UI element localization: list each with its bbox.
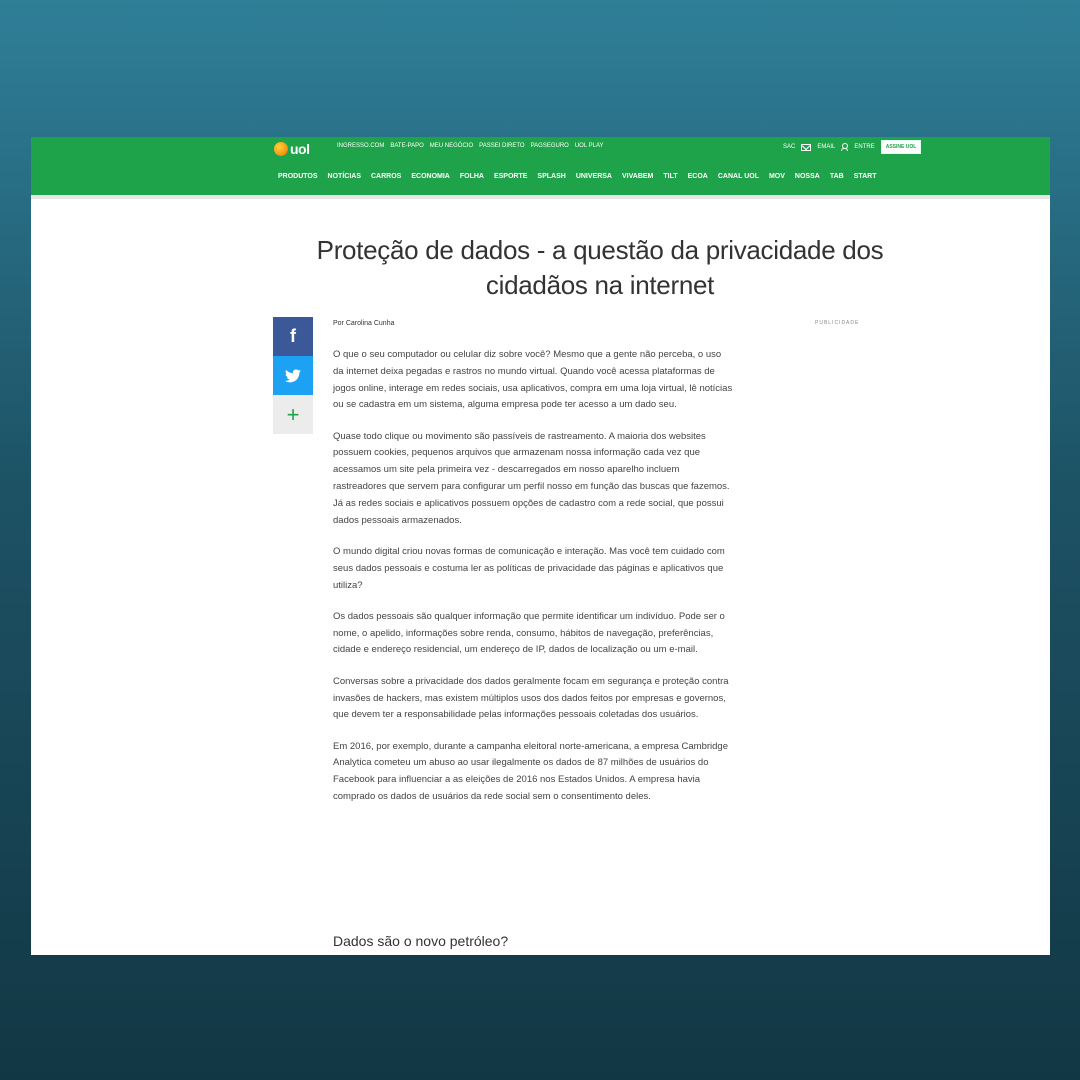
nav-universa[interactable]: UNIVERSA: [576, 173, 612, 180]
nav-produtos[interactable]: PRODUTOS: [278, 173, 318, 180]
article-body: O que o seu computador ou celular diz so…: [333, 347, 733, 820]
article-title: Proteção de dados - a questão da privaci…: [316, 235, 884, 300]
nav-nossa[interactable]: NOSSA: [795, 173, 820, 180]
user-area: SAC EMAIL ENTRE ASSINE UOL: [783, 140, 922, 154]
twitter-share-button[interactable]: [273, 356, 313, 395]
uol-logo-text: uol: [290, 141, 310, 157]
nav-noticias[interactable]: NOTÍCIAS: [328, 173, 361, 180]
nav-vivabem[interactable]: VIVABEM: [622, 173, 653, 180]
nav-esporte[interactable]: ESPORTE: [494, 173, 527, 180]
article-paragraph: O mundo digital criou novas formas de co…: [333, 545, 725, 591]
main-nav: PRODUTOS NOTÍCIAS CARROS ECONOMIA FOLHA …: [278, 173, 877, 180]
subscribe-button[interactable]: ASSINE UOL: [880, 140, 922, 154]
facebook-share-button[interactable]: f: [273, 317, 313, 356]
toplink-bate-papo[interactable]: BATE-PAPO: [390, 143, 423, 149]
plus-icon: +: [286, 401, 300, 427]
toplink-meu-negocio[interactable]: MEU NEGÓCIO: [430, 143, 473, 149]
top-links: INGRESSO.COM BATE-PAPO MEU NEGÓCIO PASSE…: [337, 143, 604, 149]
nav-canal-uol[interactable]: CANAL UOL: [718, 173, 759, 180]
nav-start[interactable]: START: [854, 173, 877, 180]
uol-logo-ball-icon: [274, 142, 288, 156]
header-divider: [31, 195, 1050, 199]
top-header: uol INGRESSO.COM BATE-PAPO MEU NEGÓCIO P…: [31, 137, 1050, 195]
facebook-icon: f: [290, 326, 296, 346]
ad-label: PUBLICIDADE: [815, 320, 860, 326]
email-link[interactable]: EMAIL: [817, 144, 835, 150]
browser-page: uol INGRESSO.COM BATE-PAPO MEU NEGÓCIO P…: [31, 137, 1050, 955]
nav-economia[interactable]: ECONOMIA: [411, 173, 450, 180]
twitter-icon: [285, 368, 301, 382]
nav-ecoa[interactable]: ECOA: [688, 173, 708, 180]
article-paragraph: O que o seu computador ou celular diz so…: [333, 349, 733, 411]
nav-tab[interactable]: TAB: [830, 173, 844, 180]
sac-link[interactable]: SAC: [783, 144, 795, 150]
uol-logo[interactable]: uol: [274, 140, 310, 158]
toplink-pagseguro[interactable]: PAGSEGURO: [531, 143, 569, 149]
more-share-button[interactable]: +: [273, 395, 313, 434]
nav-folha[interactable]: FOLHA: [460, 173, 484, 180]
toplink-ingresso[interactable]: INGRESSO.COM: [337, 143, 384, 149]
article-byline: Por Carolina Cunha: [333, 320, 395, 327]
article-paragraph: Em 2016, por exemplo, durante a campanha…: [333, 740, 728, 803]
nav-mov[interactable]: MOV: [769, 173, 785, 180]
nav-tilt[interactable]: TILT: [663, 173, 677, 180]
nav-splash[interactable]: SPLASH: [537, 173, 565, 180]
article-subheading: Dados são o novo petróleo?: [333, 933, 509, 949]
nav-carros[interactable]: CARROS: [371, 173, 401, 180]
toplink-uol-play[interactable]: UOL PLAY: [575, 143, 604, 149]
article-paragraph: Quase todo clique ou movimento são passí…: [333, 430, 730, 526]
article-paragraph: Os dados pessoais são qualquer informaçã…: [333, 610, 725, 656]
toplink-passei-direto[interactable]: PASSEI DIRETO: [479, 143, 524, 149]
login-link[interactable]: ENTRE: [854, 144, 874, 150]
article-paragraph: Conversas sobre a privacidade dos dados …: [333, 675, 729, 721]
share-bar: f +: [273, 317, 313, 434]
mail-icon[interactable]: [801, 143, 812, 151]
user-icon[interactable]: [841, 143, 849, 151]
